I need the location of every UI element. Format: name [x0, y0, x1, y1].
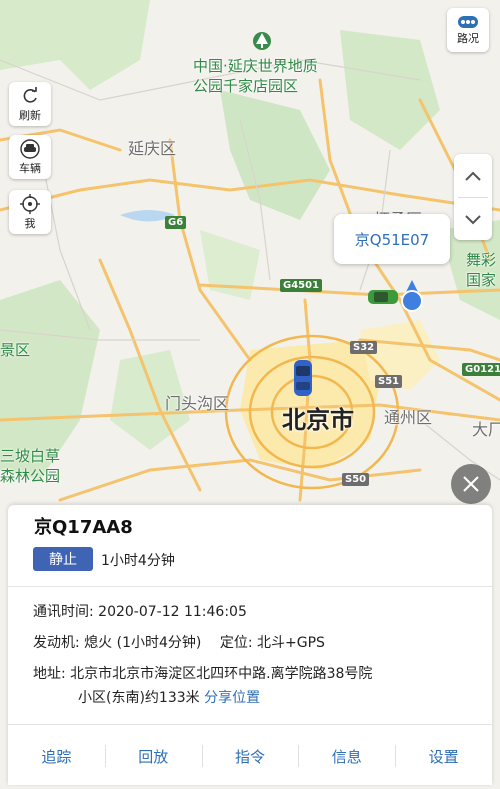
car-icon	[20, 138, 40, 159]
divider	[8, 724, 492, 725]
highway-shield-s51: S51	[375, 375, 403, 388]
zoom-in-button[interactable]	[454, 154, 492, 197]
refresh-label: 刷新	[19, 108, 41, 122]
highway-shield-g4501: G4501	[280, 279, 323, 292]
locate-icon	[20, 193, 40, 214]
engine-row: 发动机: 熄火 (1小时4分钟) 定位: 北斗+GPS	[33, 632, 325, 652]
highway-shield-g0121: G0121	[462, 363, 500, 376]
zoom-out-button[interactable]	[454, 198, 492, 241]
close-icon	[463, 476, 479, 492]
address-line2: 小区(东南)约133米	[78, 690, 200, 706]
my-location-label: 我	[24, 216, 36, 230]
map-label-sanpo: 三坡白草 森林公园	[0, 447, 61, 485]
highway-shield-g6: G6	[165, 216, 187, 229]
settings-button[interactable]: 设置	[395, 731, 492, 781]
command-button[interactable]: 指令	[201, 731, 299, 781]
address-row: 地址: 北京市北京市海淀区北四环中路.离学院路38号院	[33, 663, 372, 683]
map-label-jingqu: 景区	[0, 341, 31, 359]
map-label-mentougou: 门头沟区	[165, 394, 230, 413]
map-label-tongzhou: 通州区	[384, 408, 433, 427]
location-mode-value: 北斗+GPS	[257, 635, 325, 651]
my-location-button[interactable]: 我	[9, 190, 51, 234]
track-button[interactable]: 追踪	[8, 731, 105, 781]
comm-time-label: 通讯时间:	[33, 604, 94, 620]
share-location-link[interactable]: 分享位置	[204, 690, 260, 706]
engine-label: 发动机:	[33, 635, 80, 651]
playback-button[interactable]: 回放	[104, 731, 202, 781]
address-row-2: 小区(东南)约133米 分享位置	[78, 687, 260, 707]
vehicle-marker-green	[368, 290, 398, 304]
status-badge: 静止	[33, 547, 93, 571]
action-bar: 追踪 回放 指令 信息 设置	[8, 731, 492, 781]
comm-time-row: 通讯时间: 2020-07-12 11:46:05	[33, 601, 247, 621]
comm-time-value: 2020-07-12 11:46:05	[98, 604, 247, 620]
traffic-button[interactable]: 路况	[447, 8, 489, 52]
traffic-icon	[458, 15, 478, 28]
refresh-icon	[23, 86, 37, 103]
highway-shield-s50: S50	[342, 473, 370, 486]
info-button[interactable]: 信息	[298, 731, 395, 781]
map-label-wucai: 舞彩 国家	[466, 251, 497, 289]
vehicle-popup-bubble[interactable]: 京Q51E07	[334, 214, 450, 264]
engine-value: 熄火 (1小时4分钟)	[84, 635, 202, 651]
vehicles-label: 车辆	[19, 161, 41, 175]
map-label-park: 中国·延庆世界地质 公园千家店园区	[193, 57, 318, 95]
chevron-up-icon	[465, 171, 481, 181]
address-line1: 北京市北京市海淀区北四环中路.离学院路38号院	[70, 666, 373, 682]
zoom-control	[454, 154, 492, 240]
map-label-beijing: 北京市	[282, 406, 354, 434]
vehicles-button[interactable]: 车辆	[9, 135, 51, 179]
traffic-label: 路况	[457, 31, 479, 45]
address-label: 地址:	[33, 666, 66, 682]
vehicle-plate: 京Q17AA8	[34, 517, 133, 538]
status-duration: 1小时4分钟	[101, 553, 175, 569]
vehicle-info-panel: 京Q17AA8 静止 1小时4分钟 通讯时间: 2020-07-12 11:46…	[8, 505, 492, 785]
refresh-button[interactable]: 刷新	[9, 82, 51, 126]
chevron-down-icon	[465, 214, 481, 224]
highway-shield-s32: S32	[350, 341, 378, 354]
location-mode-label: 定位:	[219, 635, 253, 651]
divider	[8, 586, 492, 587]
map-label-yanqing: 延庆区	[128, 139, 177, 158]
map-label-dachang: 大厂	[472, 420, 500, 439]
close-panel-button[interactable]	[451, 464, 491, 504]
